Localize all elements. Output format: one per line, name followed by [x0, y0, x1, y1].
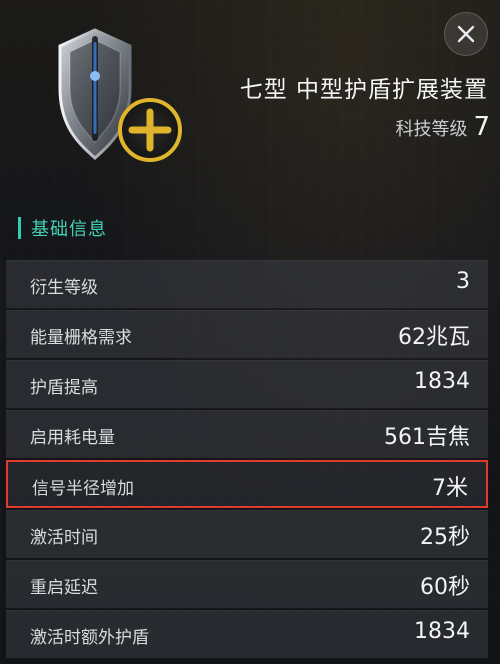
stat-row-signature-radius-highlighted: 信号半径增加 7米	[6, 460, 488, 508]
stat-value: 7米	[432, 476, 468, 501]
close-icon	[457, 25, 475, 43]
stat-label: 护盾提高	[30, 378, 98, 398]
stat-label: 激活时额外护盾	[30, 628, 149, 648]
section-accent-bar	[18, 217, 21, 239]
plus-icon	[118, 98, 182, 162]
stat-value: 60秒	[420, 575, 470, 600]
item-header: 七型 中型护盾扩展装置 科技等级 7	[0, 0, 500, 200]
item-title: 七型 中型护盾扩展装置	[239, 77, 488, 103]
section-basic-info: 基础信息	[18, 215, 107, 241]
stat-value: 561吉焦	[384, 425, 470, 450]
stat-value: 1834	[414, 619, 470, 644]
tech-level-label: 科技等级	[395, 119, 468, 140]
stat-label: 重启延迟	[30, 578, 98, 598]
tech-level: 科技等级 7	[395, 112, 490, 142]
stat-row-activation-cost: 启用耗电量 561吉焦	[6, 410, 488, 458]
stat-row-power-grid: 能量栅格需求 62兆瓦	[6, 310, 488, 358]
stat-row-extra-shield-on-activation: 激活时额外护盾 1834	[6, 610, 488, 658]
stat-value: 1834	[414, 369, 470, 394]
section-title: 基础信息	[31, 219, 107, 240]
tech-level-value: 7	[473, 112, 490, 142]
stat-row-shield-bonus: 护盾提高 1834	[6, 360, 488, 408]
stat-label: 信号半径增加	[32, 479, 134, 499]
stat-row-reactivation-delay: 重启延迟 60秒	[6, 560, 488, 608]
stat-label: 能量栅格需求	[30, 328, 132, 348]
stat-row-derived-level: 衍生等级 3	[6, 260, 488, 308]
stat-value: 25秒	[420, 525, 470, 550]
stat-value: 62兆瓦	[398, 325, 470, 350]
shield-extender-icon	[40, 18, 190, 168]
stat-value: 3	[456, 269, 470, 294]
close-button[interactable]	[444, 12, 488, 56]
stat-label: 激活时间	[30, 528, 98, 548]
stat-label: 衍生等级	[30, 278, 98, 298]
stat-label: 启用耗电量	[30, 428, 115, 448]
stat-row-activation-time: 激活时间 25秒	[6, 510, 488, 558]
